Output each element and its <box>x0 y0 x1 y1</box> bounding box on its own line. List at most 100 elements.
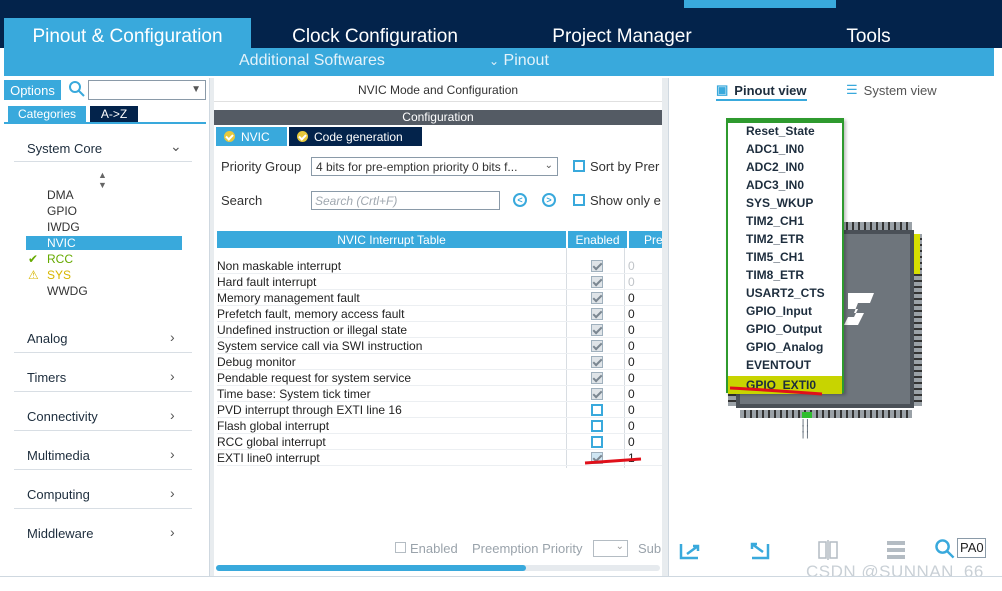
search-icon[interactable] <box>934 538 956 560</box>
enabled-checkbox[interactable] <box>591 436 603 448</box>
preemption-priority-value[interactable]: 0 <box>628 291 635 305</box>
table-header-enabled[interactable]: Enabled <box>568 231 627 248</box>
split-view-icon[interactable] <box>816 538 840 562</box>
section-computing[interactable]: Computing <box>27 487 90 502</box>
table-row[interactable]: PVD interrupt through EXTI line 16 0 <box>217 402 662 418</box>
enabled-checkbox[interactable] <box>591 372 603 384</box>
chevron-right-icon[interactable]: › <box>170 407 175 423</box>
tab-a-z[interactable]: A->Z <box>90 106 138 122</box>
enabled-checkbox[interactable] <box>591 276 603 288</box>
preemption-priority-value[interactable]: 0 <box>628 339 635 353</box>
tab-pinout-view[interactable]: ▣ Pinout view <box>716 82 807 101</box>
preemption-priority-value[interactable]: 0 <box>628 403 635 417</box>
chevron-right-icon[interactable]: › <box>170 368 175 384</box>
enabled-checkbox[interactable] <box>591 308 603 320</box>
tree-item-dma[interactable]: DMA <box>47 188 74 202</box>
menu-item-tim2-ch1[interactable]: TIM2_CH1 <box>746 214 804 228</box>
preemption-priority-value[interactable]: 0 <box>628 323 635 337</box>
search-input[interactable]: Search (Crtl+F) <box>311 191 500 210</box>
preemption-priority-value[interactable]: 0 <box>628 259 635 273</box>
pin-search-input[interactable]: PA0 <box>957 538 986 558</box>
table-row[interactable]: Undefined instruction or illegal state 0 <box>217 322 662 338</box>
enabled-checkbox[interactable] <box>591 388 603 400</box>
preemption-priority-value[interactable]: 0 <box>628 275 635 289</box>
menu-item-gpio-input[interactable]: GPIO_Input <box>746 304 812 318</box>
preemption-priority-value[interactable]: 0 <box>628 307 635 321</box>
tree-item-gpio[interactable]: GPIO <box>47 204 77 218</box>
enabled-checkbox[interactable] <box>591 356 603 368</box>
preemption-priority-value[interactable]: 0 <box>628 435 635 449</box>
search-icon[interactable] <box>68 80 86 98</box>
preemption-filter-select[interactable]: ⌄ <box>593 540 628 557</box>
previous-icon[interactable]: < <box>513 193 527 207</box>
section-multimedia[interactable]: Multimedia <box>27 448 90 463</box>
priority-group-select[interactable]: 4 bits for pre-emption priority 0 bits f… <box>311 157 558 176</box>
table-row[interactable]: System service call via SWI instruction 0 <box>217 338 662 354</box>
section-timers[interactable]: Timers <box>27 370 66 385</box>
additional-softwares-menu[interactable]: Additional Softwares <box>239 52 385 70</box>
enabled-checkbox[interactable] <box>591 340 603 352</box>
tab-system-view[interactable]: ☰ System view <box>846 82 937 98</box>
table-row[interactable]: Flash global interrupt 0 <box>217 418 662 434</box>
rotate-icon[interactable] <box>748 538 772 562</box>
table-row[interactable]: RCC global interrupt 0 <box>217 434 662 450</box>
enabled-checkbox[interactable] <box>591 404 603 416</box>
menu-item-usart2-cts[interactable]: USART2_CTS <box>746 286 825 300</box>
chevron-down-icon[interactable]: ⌄ <box>170 138 182 155</box>
pinout-menu[interactable]: ⌄ Pinout <box>489 52 549 70</box>
table-row[interactable]: Pendable request for system service 0 <box>217 370 662 386</box>
chevron-right-icon[interactable]: › <box>170 524 175 540</box>
enabled-checkbox[interactable] <box>591 420 603 432</box>
search-combo[interactable]: ▼ <box>88 80 206 100</box>
table-header-interrupt[interactable]: NVIC Interrupt Table <box>217 231 566 248</box>
tree-item-sys[interactable]: SYS <box>47 268 71 282</box>
menu-item-adc3-in0[interactable]: ADC3_IN0 <box>746 178 804 192</box>
menu-item-adc2-in0[interactable]: ADC2_IN0 <box>746 160 804 174</box>
horizontal-scrollbar[interactable] <box>216 565 660 571</box>
tab-code-generation[interactable]: Code generation <box>289 127 422 146</box>
selected-pin[interactable] <box>802 412 812 418</box>
enabled-checkbox[interactable] <box>591 260 603 272</box>
scrollbar-thumb[interactable] <box>216 565 526 571</box>
table-row[interactable]: Non maskable interrupt 0 <box>217 258 662 274</box>
menu-item-gpio-output[interactable]: GPIO_Output <box>746 322 822 336</box>
chevron-right-icon[interactable]: › <box>170 446 175 462</box>
menu-item-adc1-in0[interactable]: ADC1_IN0 <box>746 142 804 156</box>
tree-item-nvic[interactable]: NVIC <box>26 236 182 250</box>
tree-item-rcc[interactable]: RCC <box>47 252 73 266</box>
menu-item-tim8-etr[interactable]: TIM8_ETR <box>746 268 804 282</box>
sort-icon[interactable]: ▲ ▼ <box>98 170 107 190</box>
menu-item-tim2-etr[interactable]: TIM2_ETR <box>746 232 804 246</box>
tab-nvic[interactable]: NVIC <box>216 127 287 146</box>
table-header-preemption[interactable]: Pre <box>629 231 662 248</box>
menu-item-reset-state[interactable]: Reset_State <box>746 124 815 138</box>
table-row[interactable]: Time base: System tick timer 0 <box>217 386 662 402</box>
enabled-checkbox[interactable] <box>591 292 603 304</box>
options-button[interactable]: Options <box>4 80 61 100</box>
next-icon[interactable]: > <box>542 193 556 207</box>
section-middleware[interactable]: Middleware <box>27 526 93 541</box>
grid-icon[interactable] <box>884 538 908 562</box>
enabled-filter-checkbox[interactable] <box>395 542 406 553</box>
tree-item-wwdg[interactable]: WWDG <box>47 284 88 298</box>
preemption-priority-value[interactable]: 0 <box>628 419 635 433</box>
table-row[interactable]: Debug monitor 0 <box>217 354 662 370</box>
preemption-priority-value[interactable]: 0 <box>628 371 635 385</box>
menu-item-tim5-ch1[interactable]: TIM5_CH1 <box>746 250 804 264</box>
show-only-checkbox[interactable] <box>573 194 585 206</box>
table-row[interactable]: Hard fault interrupt 0 <box>217 274 662 290</box>
menu-item-sys-wkup[interactable]: SYS_WKUP <box>746 196 813 210</box>
tab-categories[interactable]: Categories <box>8 106 86 122</box>
section-analog[interactable]: Analog <box>27 331 67 346</box>
table-row[interactable]: Memory management fault 0 <box>217 290 662 306</box>
section-system-core[interactable]: System Core <box>27 141 102 156</box>
preemption-priority-value[interactable]: 0 <box>628 387 635 401</box>
enabled-checkbox[interactable] <box>591 324 603 336</box>
menu-item-eventout[interactable]: EVENTOUT <box>746 358 811 372</box>
preemption-priority-value[interactable]: 0 <box>628 355 635 369</box>
tree-item-iwdg[interactable]: IWDG <box>47 220 80 234</box>
section-connectivity[interactable]: Connectivity <box>27 409 98 424</box>
chevron-right-icon[interactable]: › <box>170 329 175 345</box>
export-icon[interactable] <box>678 538 702 562</box>
table-row[interactable]: Prefetch fault, memory access fault 0 <box>217 306 662 322</box>
